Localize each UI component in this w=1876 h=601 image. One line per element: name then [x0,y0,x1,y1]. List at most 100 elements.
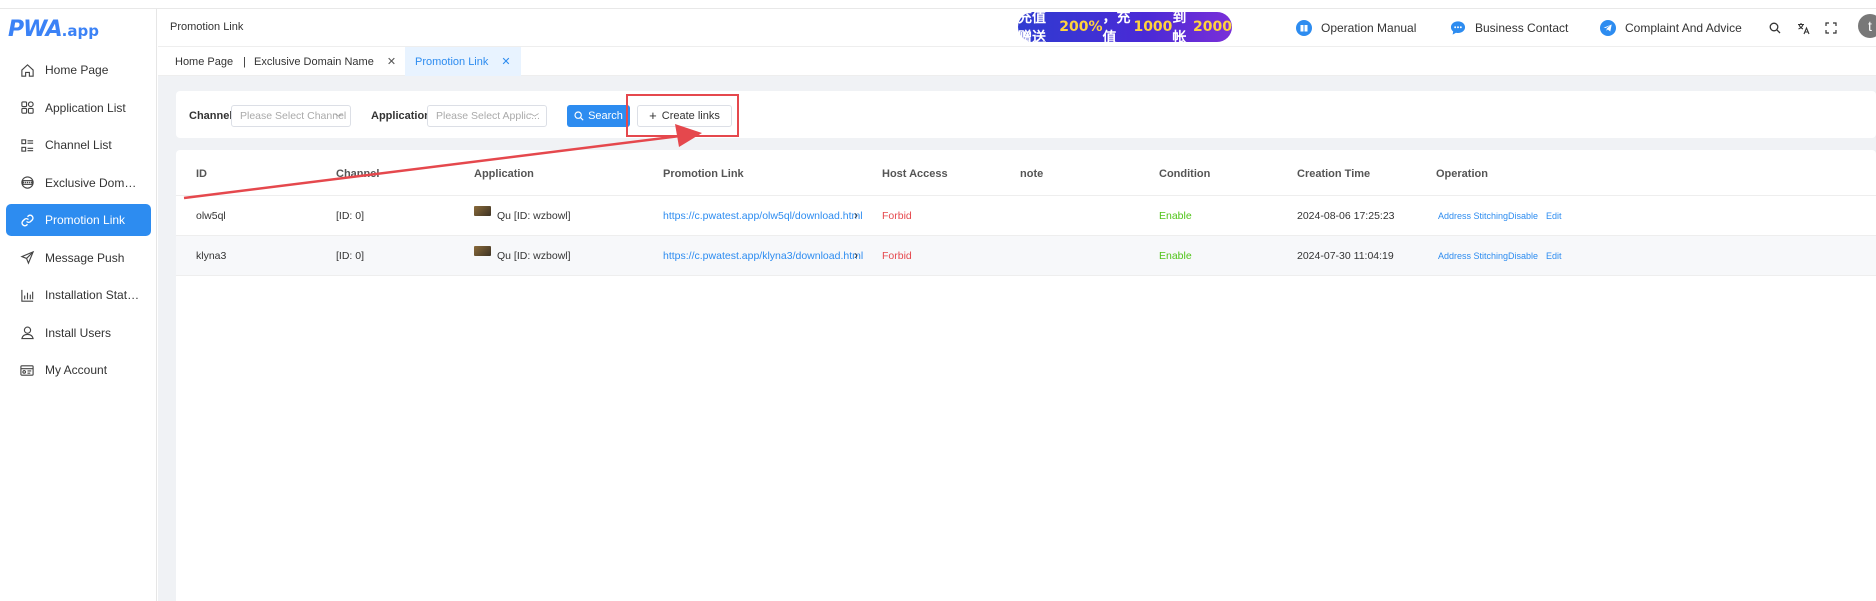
cell-channel: [ID: 0] [336,250,365,262]
edit-link[interactable]: Edit [1546,211,1562,221]
header-promotion-link: Promotion Link [663,168,744,180]
bar-chart-icon [19,287,35,303]
app-thumbnail [474,206,491,216]
disable-link[interactable]: Disable [1508,251,1538,261]
sidebar-item-label: Application List [45,100,126,115]
main-content: Channel Please Select Channel ﹀ Applicat… [158,76,1876,601]
cell-id: olw5ql [196,210,226,222]
list-icon [19,137,35,153]
edit-link[interactable]: Edit [1546,251,1562,261]
sidebar-item-home[interactable]: Home Page [6,54,151,86]
application-label: Application [371,110,431,122]
cell-promotion-link[interactable]: https://c.pwatest.app/olw5ql/download.ht… [663,210,863,222]
chevron-down-icon: ﹀ [529,113,539,123]
tab-label: Home Page [175,55,234,68]
close-icon[interactable]: ✕ [387,55,396,68]
grid-icon [19,100,35,116]
complaint-advice-link[interactable]: Complaint And Advice [1600,20,1742,36]
operation-manual-link[interactable]: Operation Manual [1296,20,1416,36]
business-contact-label: Business Contact [1475,21,1569,35]
table-row: klyna3 [ID: 0] Qu [ID: wzbowl] https://c… [176,236,1876,276]
sidebar-item-promotion-link[interactable]: Promotion Link [6,204,151,236]
channel-placeholder: Please Select Channel [240,110,347,122]
header-channel: Channel [336,168,380,180]
banner-text-3: 到帐 [1172,10,1187,46]
chevron-right-icon[interactable]: › [854,248,858,262]
header-condition: Condition [1159,168,1211,180]
table-header: ID Channel Application Promotion Link Ho… [176,150,1876,196]
logo[interactable]: PWA .app [8,17,99,43]
address-stitching-link[interactable]: Address Stitching [1438,211,1508,221]
cell-condition: Enable [1159,210,1192,222]
fullscreen-icon[interactable] [1824,21,1838,35]
cell-promotion-link[interactable]: https://c.pwatest.app/klyna3/download.ht… [663,250,863,262]
header-id: ID [196,168,207,180]
home-icon [19,62,35,78]
cell-application-text: Qu [ID: wzbowl] [497,210,571,222]
account-card-icon [19,362,35,378]
header-note: note [1020,168,1044,180]
search-button-label: Search [588,110,623,122]
banner-text-2: ，充值 [1102,10,1131,46]
translate-icon[interactable] [1796,21,1810,35]
link-icon [19,212,35,228]
cell-application: Qu [ID: wzbowl] [474,206,571,222]
business-contact-link[interactable]: Business Contact [1450,20,1568,36]
logo-main: PWA [8,17,63,42]
cell-host-access: Forbid [882,210,912,222]
tab-exclusive-domain-name[interactable]: Exclusive Domain Name ✕ [254,47,396,76]
channel-select[interactable]: Please Select Channel ﹀ [231,105,351,127]
send-icon [19,250,35,266]
search-icon[interactable] [1768,21,1782,35]
cell-host-access: Forbid [882,250,912,262]
book-icon [1296,20,1312,36]
cell-channel: [ID: 0] [336,210,365,222]
sidebar-item-label: Install Users [45,325,112,340]
avatar[interactable]: t [1858,14,1876,38]
promo-banner[interactable]: 充值赠送 200% ，充值 1000 到帐 2000 [1018,10,1233,46]
sidebar-item-label: Installation Statist… [45,288,140,302]
tab-label: Exclusive Domain Name [254,55,374,68]
sidebar-item-label: Home Page [45,63,109,77]
top-header: Promotion Link 充值赠送 200% ，充值 1000 到帐 2000 Ope… [158,9,1876,46]
cell-id: klyna3 [196,250,227,262]
chevron-down-icon: ﹀ [333,113,343,123]
cell-creation-time: 2024-07-30 11:04:19 [1297,250,1394,262]
sidebar-item-label: Channel List [45,138,112,152]
logo-suffix: .app [61,22,99,40]
sidebar-item-install-users[interactable]: Install Users [6,317,151,349]
close-icon[interactable]: ✕ [501,55,510,68]
sidebar-item-label: Exclusive Domain… [45,175,140,190]
search-button[interactable]: Search [567,105,630,127]
sidebar-item-exclusive-domain[interactable]: Exclusive Domain… [6,167,151,199]
sidebar-item-application-list[interactable]: Application List [6,92,151,124]
app-thumbnail [474,246,491,256]
header-application: Application [474,168,534,180]
chat-icon [1450,20,1466,36]
cell-application: Qu [ID: wzbowl] [474,246,571,262]
table-row: olw5ql [ID: 0] Qu [ID: wzbowl] https://c… [176,196,1876,236]
banner-amount-1: 1000 [1133,19,1173,35]
cell-creation-time: 2024-08-06 17:25:23 [1297,210,1395,222]
header-operation: Operation [1436,168,1488,180]
tab-home-page[interactable]: Home Page | [175,47,256,76]
user-icon [19,325,35,341]
cell-condition: Enable [1159,250,1192,262]
sidebar-item-label: Message Push [45,250,125,265]
tab-label: Promotion Link [415,55,489,68]
tab-promotion-link[interactable]: Promotion Link ✕ [405,47,521,76]
application-select[interactable]: Please Select Applic... ﹀ [427,105,547,127]
address-stitching-link[interactable]: Address Stitching [1438,251,1508,261]
sidebar-item-channel-list[interactable]: Channel List [6,129,151,161]
tab-bar: Home Page | Exclusive Domain Name ✕ Prom… [158,46,1876,76]
disable-link[interactable]: Disable [1508,211,1538,221]
chevron-right-icon[interactable]: › [854,208,858,222]
page-title: Promotion Link [170,21,244,33]
annotation-highlight-box [626,94,739,137]
banner-amount-2: 2000 [1193,19,1233,35]
sidebar-item-installation-statistics[interactable]: Installation Statist… [6,279,151,311]
banner-text-1: 充值赠送 [1018,10,1046,46]
sidebar-item-message-push[interactable]: Message Push [6,242,151,274]
sidebar-item-my-account[interactable]: My Account [6,354,151,386]
sidebar-nav: Home Page Application List Channel List … [6,54,151,392]
